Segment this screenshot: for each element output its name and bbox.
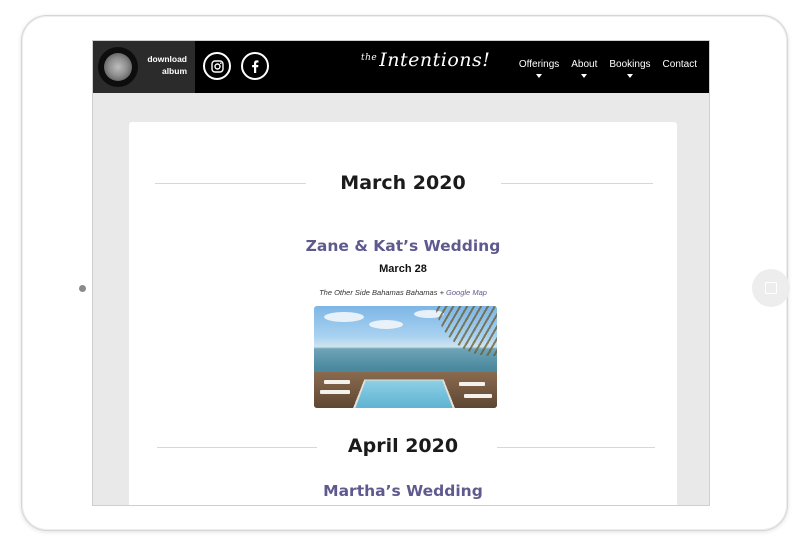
facebook-icon [252, 59, 259, 73]
camera-icon [79, 285, 86, 292]
menu-item-offerings[interactable]: Offerings [519, 59, 559, 78]
album-art [104, 53, 132, 81]
album-label-line2: album [161, 66, 187, 76]
menu-label: Offerings [518, 59, 560, 70]
caret-down-icon [581, 74, 588, 78]
events-card: March 2020 Zane & Kat’s Wedding March 28… [129, 122, 677, 505]
photo-lounger [324, 380, 350, 384]
photo-cloud [324, 312, 364, 322]
event-location: The Other Side Bahamas Bahamas + Google … [129, 288, 677, 297]
menu-item-about[interactable]: About [571, 59, 597, 78]
caret-down-icon [536, 74, 543, 78]
location-text: The Other Side Bahamas Bahamas [319, 288, 438, 297]
site-logo[interactable]: the Intentions! [361, 49, 490, 71]
google-map-link[interactable]: Google Map [446, 288, 487, 297]
menu-item-bookings[interactable]: Bookings [609, 59, 651, 78]
menu-label: About [571, 59, 598, 70]
location-separator: + [437, 288, 447, 297]
home-button[interactable] [752, 269, 790, 307]
menu-label: Bookings [609, 59, 651, 70]
photo-pool [351, 379, 457, 408]
event-photo[interactable] [314, 306, 497, 408]
album-cover [98, 47, 138, 87]
photo-cloud [369, 320, 403, 329]
instagram-button[interactable] [203, 52, 231, 80]
download-album-label: download album [143, 53, 187, 77]
event-title-link[interactable]: Martha’s Wedding [129, 482, 677, 500]
palm-frond [435, 306, 497, 356]
menu-item-contact[interactable]: Contact [663, 59, 697, 78]
photo-lounger [320, 390, 350, 394]
tablet-screen: download album theIntentions! Offerings [92, 40, 710, 506]
month-heading: April 2020 [347, 435, 459, 457]
logo-prefix: the [361, 53, 378, 63]
instagram-icon [210, 59, 224, 73]
facebook-button[interactable] [241, 52, 269, 80]
download-album-link[interactable]: download album [93, 41, 195, 93]
caret-down-icon [626, 74, 633, 78]
logo-text: Intentions! [379, 49, 491, 71]
top-nav: download album theIntentions! Offerings [93, 41, 709, 93]
event-title-link[interactable]: Zane & Kat’s Wedding [129, 237, 677, 255]
event-date: March 28 [379, 263, 427, 275]
photo-lounger [459, 382, 485, 386]
square-icon [765, 282, 777, 294]
photo-lounger [464, 394, 492, 398]
month-heading: March 2020 [340, 172, 466, 194]
album-label-line1: download [147, 54, 187, 64]
menu-label: Contact [662, 59, 697, 70]
main-menu: Offerings About Bookings Contact [519, 59, 697, 78]
